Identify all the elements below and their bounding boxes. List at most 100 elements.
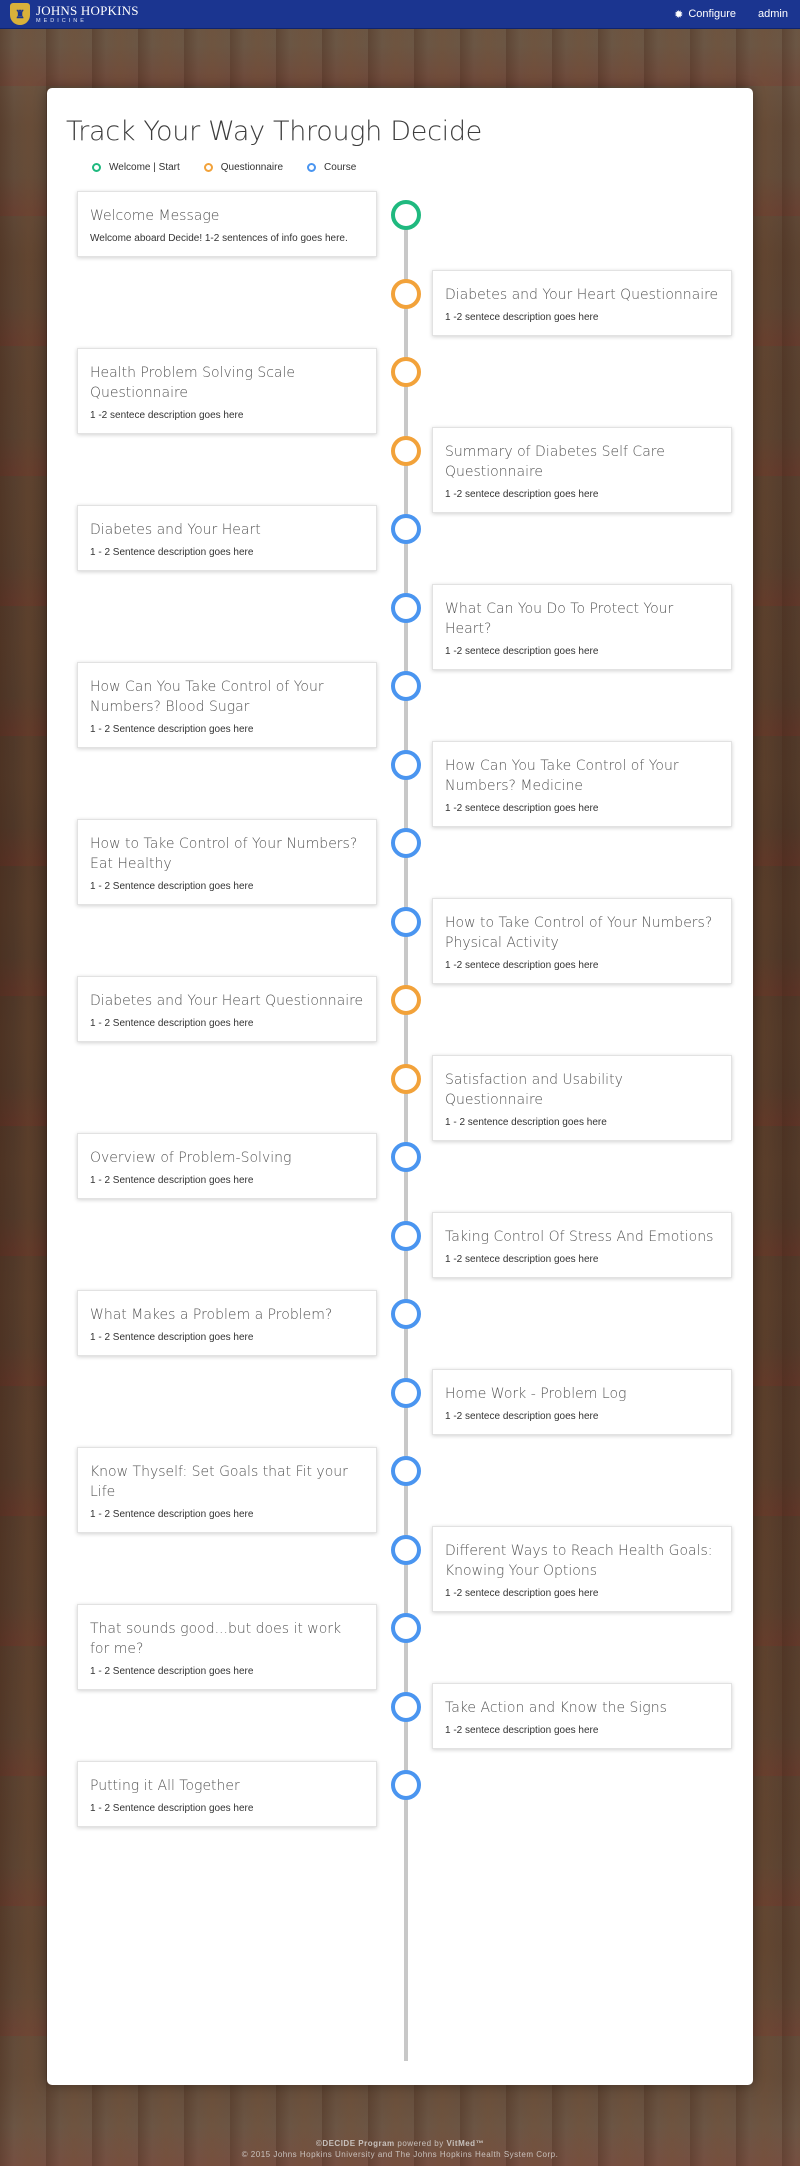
legend-questionnaire-label: Questionnaire (220, 162, 284, 173)
timeline-entry-welcome[interactable]: Welcome Message Welcome aboard Decide! 1-… (77, 191, 377, 257)
footer-vendor: VitMed™ (446, 2139, 485, 2148)
timeline-node-course-circle-icon (391, 828, 421, 858)
timeline-node-course-circle-icon (391, 671, 421, 701)
timeline-entry-course[interactable]: What Can You Do To Protect Your Heart? 1 … (432, 584, 732, 670)
timeline-entry-title: Overview of Problem-Solving (90, 1150, 292, 1166)
timeline-entry-course[interactable]: Different Ways to Reach Health Goals: Kn… (432, 1526, 732, 1612)
timeline-entry-questionnaire[interactable]: Diabetes and Your Heart Questionnaire 1 -… (77, 976, 377, 1042)
timeline-card: Track Your Way Through Decide Welcome | … (47, 88, 753, 2085)
timeline-entry-description: 1 - 2 Sentence description goes here (90, 1803, 254, 1814)
timeline-entry-description: 1 - 2 sentence description goes here (445, 1117, 607, 1128)
timeline-entry-description: 1 - 2 Sentence description goes here (90, 1332, 254, 1343)
timeline-entry-course[interactable]: What Makes a Problem a Problem? 1 - 2 Sen… (77, 1290, 377, 1356)
timeline-entry-title: Diabetes and Your Heart (90, 522, 261, 538)
timeline-entry-description: Welcome aboard Decide! 1-2 sentences of … (90, 233, 348, 244)
legend-item-course: Course (307, 162, 356, 173)
timeline-entry-title: Satisfaction and Usability Questionnaire (445, 1072, 623, 1108)
timeline-entry-course[interactable]: Know Thyself: Set Goals that Fit your Li… (77, 1447, 377, 1533)
timeline-node-course-circle-icon (391, 1378, 421, 1408)
timeline-entry-description: 1 - 2 Sentence description goes here (90, 1509, 254, 1520)
timeline-entry-description: 1 -2 sentece description goes here (445, 646, 599, 657)
shield-icon: ♜ (10, 3, 30, 25)
timeline-entry-title: Diabetes and Your Heart Questionnaire (90, 993, 364, 1009)
configure-link[interactable]: ✹ Configure (674, 8, 736, 21)
timeline-entry-title: That sounds good...but does it work for … (90, 1621, 342, 1657)
timeline-node-course-circle-icon (391, 1692, 421, 1722)
timeline-entry-description: 1 - 2 Sentence description goes here (90, 724, 254, 735)
timeline-node-questionnaire-circle-icon (391, 357, 421, 387)
timeline-entry-title: Know Thyself: Set Goals that Fit your Li… (90, 1464, 348, 1500)
timeline-entry-description: 1 -2 sentece description goes here (445, 1411, 599, 1422)
timeline-entry-title: Home Work - Problem Log (445, 1386, 627, 1402)
timeline-entry-title: Putting it All Together (90, 1778, 240, 1794)
timeline-entry-description: 1 -2 sentece description goes here (445, 1254, 599, 1265)
timeline-entry-title: Diabetes and Your Heart Questionnaire (445, 287, 719, 303)
timeline-node-course-circle-icon (391, 1613, 421, 1643)
timeline-entry-title: Health Problem Solving Scale Questionnai… (90, 365, 296, 401)
top-navbar: ♜ JOHNS HOPKINS MEDICINE ✹ Configure adm… (0, 0, 800, 29)
timeline-entry-title: What Can You Do To Protect Your Heart? (445, 601, 674, 637)
timeline-node-questionnaire-circle-icon (391, 1064, 421, 1094)
timeline-node-course-circle-icon (391, 1299, 421, 1329)
timeline-node-course-circle-icon (391, 1456, 421, 1486)
timeline-entry-questionnaire[interactable]: Health Problem Solving Scale Questionnai… (77, 348, 377, 434)
logo-subtitle: MEDICINE (36, 17, 87, 24)
timeline-entry-course[interactable]: How to Take Control of Your Numbers? Eat… (77, 819, 377, 905)
timeline-node-course-circle-icon (391, 1770, 421, 1800)
timeline-entry-questionnaire[interactable]: Diabetes and Your Heart Questionnaire 1 -… (432, 270, 732, 336)
footer-line-1: ©DECIDE Program powered by VitMed™ (0, 2138, 800, 2149)
legend-questionnaire-circle-icon (203, 163, 213, 172)
legend-item-welcome: Welcome | Start (92, 162, 180, 173)
timeline-entry-title: Different Ways to Reach Health Goals: Kn… (445, 1543, 713, 1579)
timeline-entry-questionnaire[interactable]: Satisfaction and Usability Questionnaire… (432, 1055, 732, 1141)
timeline-node-course-circle-icon (391, 514, 421, 544)
footer-powered-by: powered by (394, 2139, 447, 2148)
page-title: Track Your Way Through Decide (66, 116, 482, 147)
legend-welcome-label: Welcome | Start (109, 162, 180, 173)
timeline-entry-course[interactable]: Diabetes and Your Heart 1 - 2 Sentence de… (77, 505, 377, 571)
timeline-entry-description: 1 -2 sentece description goes here (445, 1725, 599, 1736)
user-label: admin (758, 8, 788, 20)
timeline-entry-course[interactable]: Overview of Problem-Solving 1 - 2 Sentenc… (77, 1133, 377, 1199)
timeline-entry-description: 1 -2 sentece description goes here (445, 489, 599, 500)
timeline-node-questionnaire-circle-icon (391, 436, 421, 466)
timeline-entry-title: Take Action and Know the Signs (445, 1700, 667, 1716)
timeline-entry-course[interactable]: How Can You Take Control of Your Numbers… (432, 741, 732, 827)
user-menu[interactable]: admin (758, 8, 788, 20)
configure-label: Configure (688, 8, 737, 20)
timeline-entry-description: 1 - 2 Sentence description goes here (90, 881, 254, 892)
legend-course-label: Course (324, 162, 357, 173)
legend: Welcome | Start Questionnaire Course (92, 162, 356, 173)
timeline-entry-course[interactable]: How Can You Take Control of Your Numbers… (77, 662, 377, 748)
timeline-entry-course[interactable]: That sounds good...but does it work for … (77, 1604, 377, 1690)
timeline-node-questionnaire-circle-icon (391, 279, 421, 309)
timeline-entry-course[interactable]: Putting it All Together 1 - 2 Sentence de… (77, 1761, 377, 1827)
timeline-entry-description: 1 -2 sentece description goes here (90, 410, 244, 421)
timeline-entry-questionnaire[interactable]: Summary of Diabetes Self Care Questionna… (432, 427, 732, 513)
timeline-node-course-circle-icon (391, 593, 421, 623)
timeline-entry-description: 1 - 2 Sentence description goes here (90, 1175, 254, 1186)
timeline-node-welcome-circle-icon (391, 200, 421, 230)
timeline-entry-title: Welcome Message (90, 208, 220, 224)
gear-icon: ✹ (674, 8, 684, 21)
timeline-entry-course[interactable]: Taking Control Of Stress And Emotions 1 -… (432, 1212, 732, 1278)
timeline-entry-course[interactable]: How to Take Control of Your Numbers? Phy… (432, 898, 732, 984)
timeline-entry-course[interactable]: Take Action and Know the Signs 1 -2 sente… (432, 1683, 732, 1749)
timeline-entry-description: 1 -2 sentece description goes here (445, 1588, 599, 1599)
timeline-entry-title: Summary of Diabetes Self Care Questionna… (445, 444, 665, 480)
timeline-entry-description: 1 -2 sentece description goes here (445, 803, 599, 814)
timeline-entry-title: What Makes a Problem a Problem? (90, 1307, 333, 1323)
timeline-entry-description: 1 -2 sentece description goes here (445, 312, 599, 323)
timeline-node-course-circle-icon (391, 1221, 421, 1251)
timeline-entry-title: How to Take Control of Your Numbers? Phy… (445, 915, 713, 951)
timeline-entry-title: How to Take Control of Your Numbers? Eat… (90, 836, 358, 872)
timeline-entry-title: How Can You Take Control of Your Numbers… (90, 679, 324, 715)
footer-program: ©DECIDE Program (315, 2139, 395, 2148)
timeline-entry-course[interactable]: Home Work - Problem Log 1 -2 sentece desc… (432, 1369, 732, 1435)
timeline-entry-description: 1 - 2 Sentence description goes here (90, 1018, 254, 1029)
johns-hopkins-logo[interactable]: ♜ JOHNS HOPKINS MEDICINE (10, 1, 139, 27)
legend-welcome-circle-icon (92, 163, 101, 172)
legend-item-questionnaire: Questionnaire (203, 162, 284, 173)
footer: ©DECIDE Program powered by VitMed™ © 201… (0, 2138, 800, 2160)
timeline-node-course-circle-icon (391, 1535, 421, 1565)
